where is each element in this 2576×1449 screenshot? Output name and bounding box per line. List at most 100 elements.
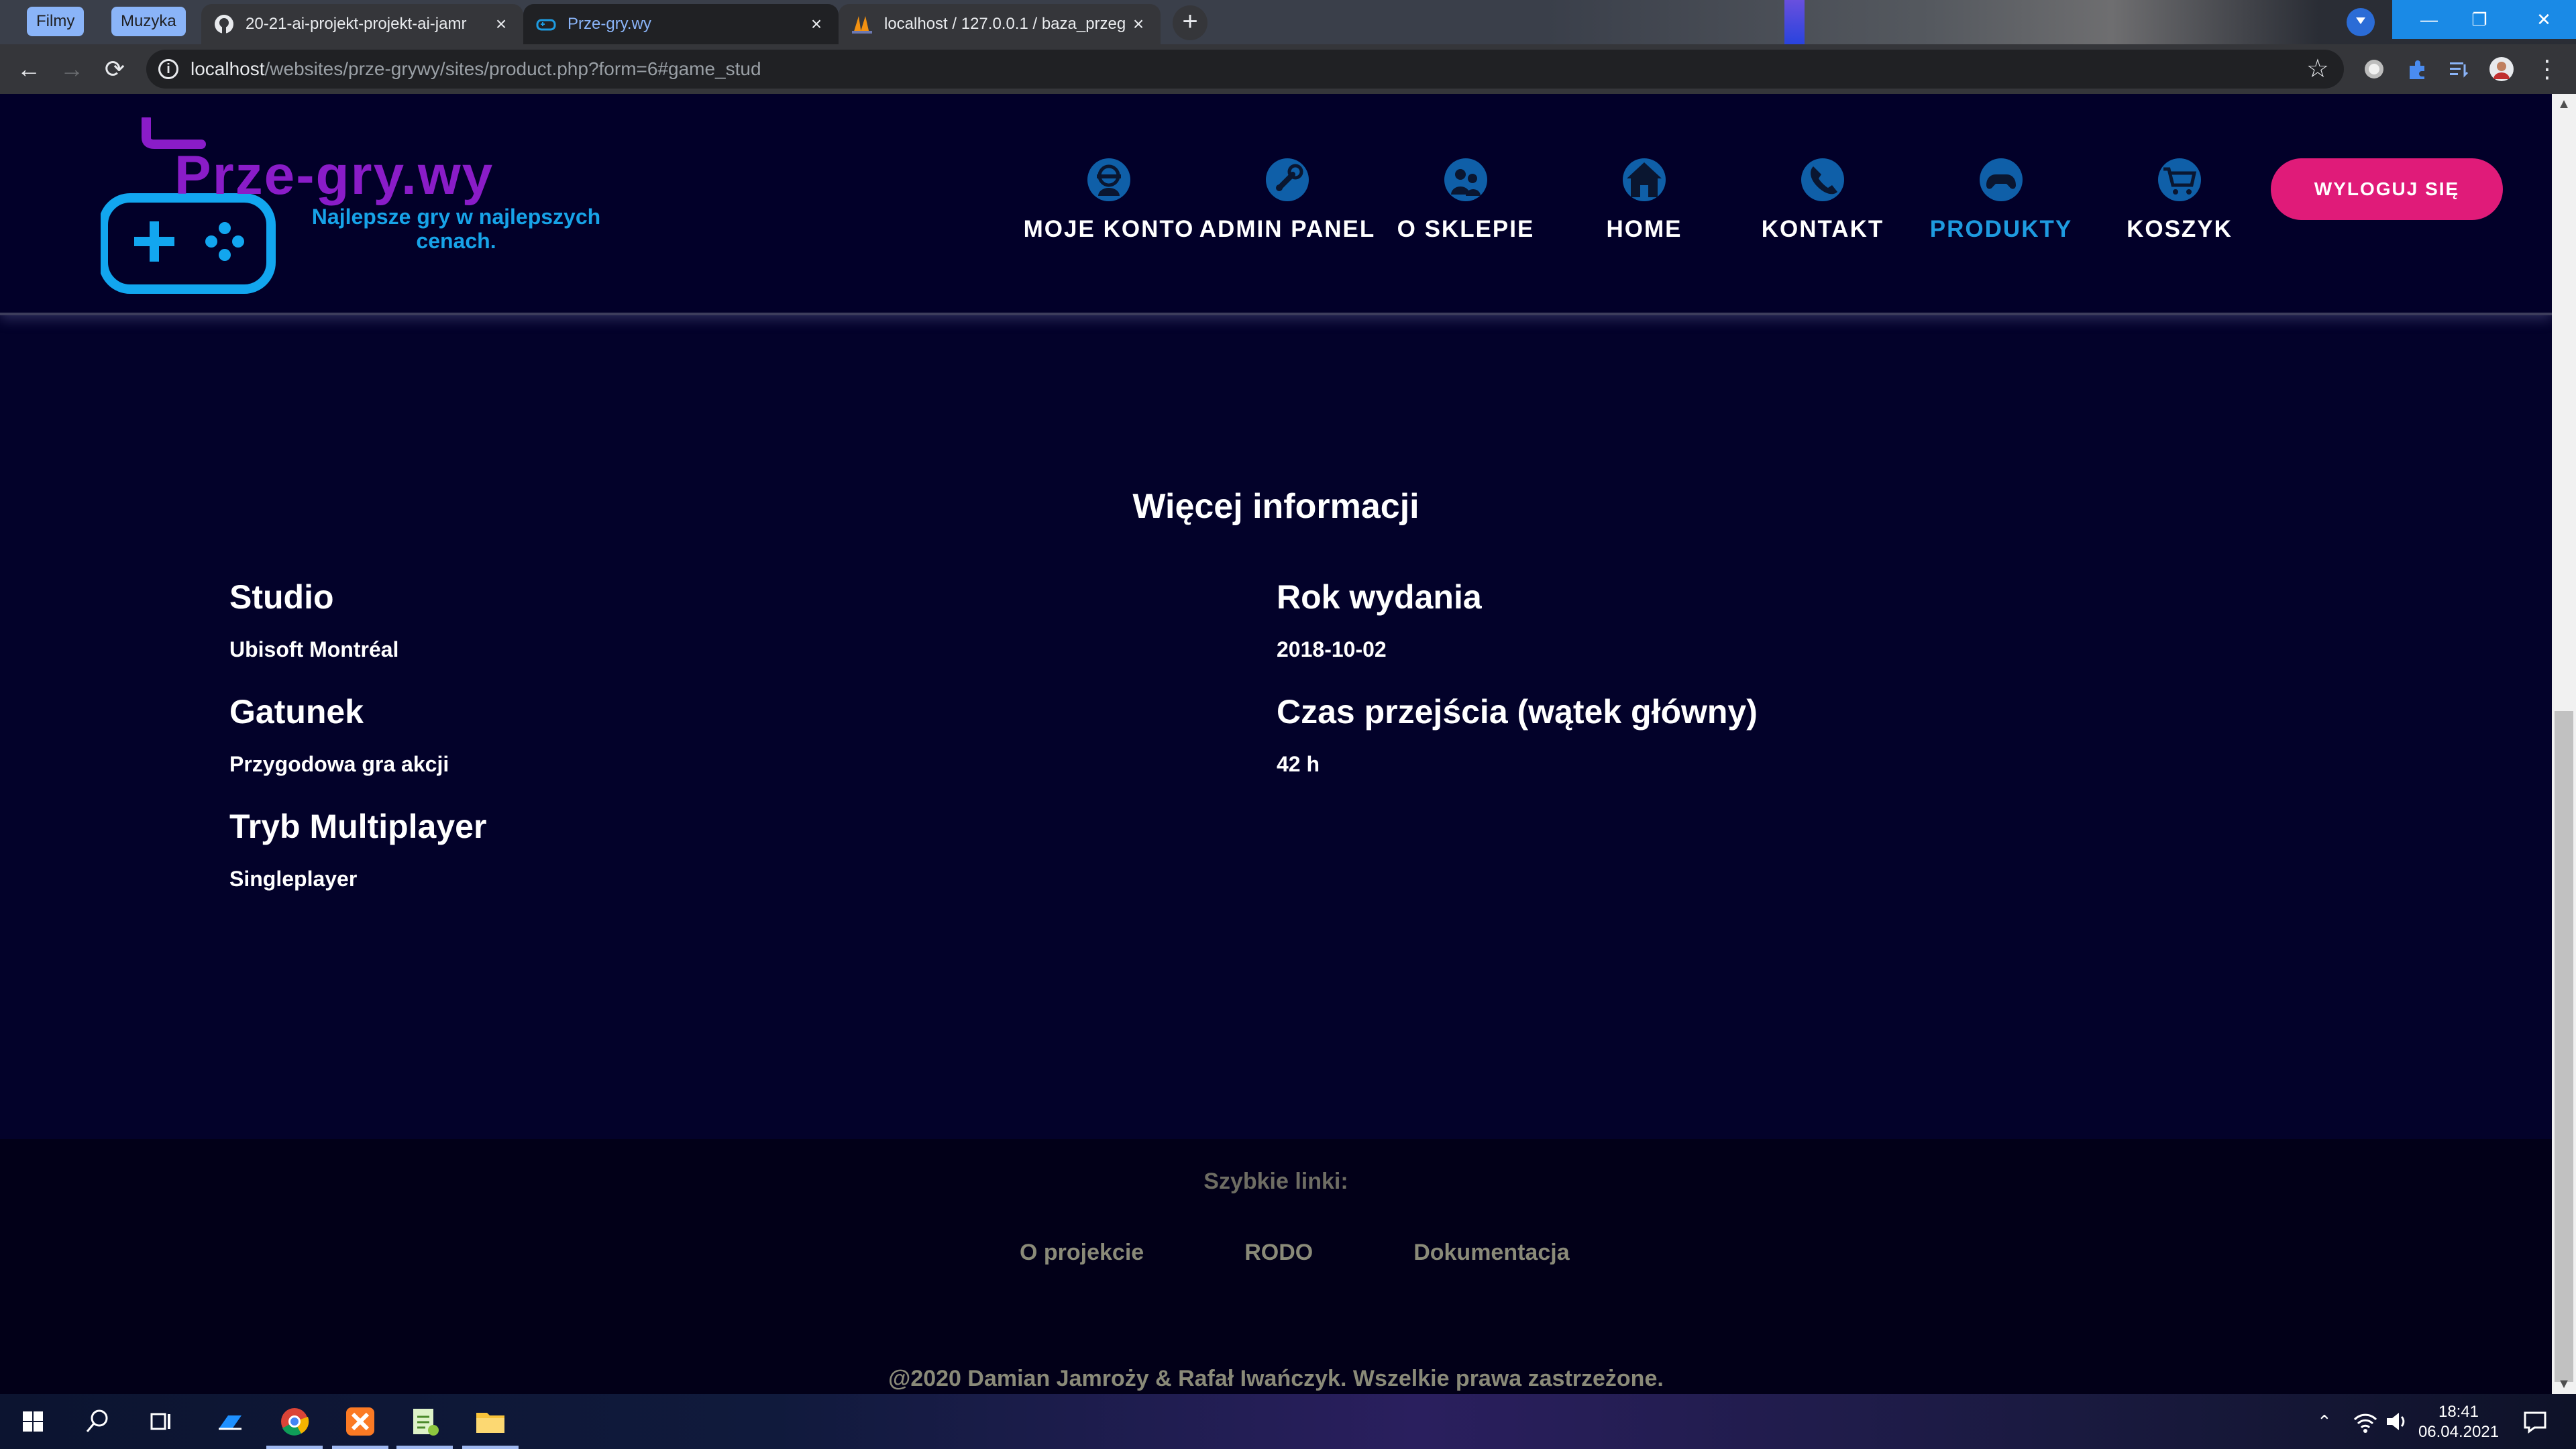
windows-taskbar: ⌃ 18:41 06.04.2021 [0,1394,2576,1449]
close-tab-icon[interactable]: × [806,13,826,35]
details-left-column: Studio Ubisoft Montréal Gatunek Przygodo… [229,577,486,921]
nav-label: KONTAKT [1761,216,1884,242]
page-scrollbar[interactable]: ▲ ▼ [2552,94,2576,1394]
footer-link-rodo[interactable]: RODO [1244,1240,1313,1266]
about-icon [1444,158,1487,201]
wifi-icon[interactable] [2351,1403,2380,1440]
genre-label: Gatunek [229,693,364,731]
clock-time: 18:41 [2438,1403,2479,1421]
extension-circle-icon[interactable] [2361,56,2387,82]
menu-kebab-icon[interactable]: ⋮ [2530,52,2564,86]
playtime-value: 42 h [1277,752,1320,776]
nav-label: ADMIN PANEL [1199,216,1376,242]
multiplayer-label: Tryb Multiplayer [229,808,487,845]
address-bar[interactable]: i localhost/websites/prze-grywy/sites/pr… [146,50,2344,89]
controller-icon [1980,158,2023,201]
logout-button[interactable]: WYLOGUJ SIĘ [2271,158,2503,220]
notepad-plus-icon[interactable] [407,1403,443,1440]
main-nav: MOJE KONTO ADMIN PANEL O SKLEPIE HOME KO… [1020,156,2269,256]
tab-title: localhost / 127.0.0.1 / baza_przeg [884,15,1126,33]
web-page: Prze-gry.wy Najlepsze gry w najlepszych … [0,94,2552,1394]
scrollbar-thumb[interactable] [2555,711,2573,1382]
background-glow [1784,0,1805,44]
forward-arrow-icon[interactable]: → [55,52,89,86]
taskbar-active-indicator [462,1446,519,1449]
bookmark-star-icon[interactable]: ☆ [2306,54,2329,84]
nav-admin-panel[interactable]: ADMIN PANEL [1198,156,1377,256]
nav-label: MOJE KONTO [1023,216,1195,242]
nav-kontakt[interactable]: KONTAKT [1733,156,1912,256]
clock-date: 06.04.2021 [2418,1423,2500,1441]
close-tab-icon[interactable]: × [491,13,511,35]
tab-group-muzyka[interactable]: Muzyka [111,7,186,36]
details-right-column: Rok wydania 2018-10-02 Czas przejścia (w… [1277,577,1758,806]
reading-list-icon[interactable] [2446,56,2471,82]
back-arrow-icon[interactable]: ← [12,52,46,86]
xampp-icon[interactable] [342,1403,378,1440]
release-year-value: 2018-10-02 [1277,637,1387,661]
scroll-up-icon[interactable]: ▲ [2552,94,2576,114]
tab-github[interactable]: 20-21-ai-projekt-projekt-ai-jamr × [201,4,523,44]
browser-tab-bar: Filmy Muzyka 20-21-ai-projekt-projekt-ai… [0,0,2576,44]
nav-label: KOSZYK [2127,216,2233,242]
footer-link-dokumentacja[interactable]: Dokumentacja [1413,1240,1569,1266]
genre-value: Przygodowa gra akcji [229,752,449,776]
profile-avatar-icon[interactable] [2489,56,2514,82]
footer-link-o-projekcie[interactable]: O projekcie [1020,1240,1144,1266]
logo-tagline: Najlepsze gry w najlepszych cenach. [311,205,601,253]
footer-title: Szybkie linki: [1203,1169,1348,1194]
cart-icon [2158,158,2201,201]
tab-title: Prze-gry.wy [568,15,651,33]
multiplayer-value: Singleplayer [229,867,358,891]
volume-icon[interactable] [2381,1403,2411,1440]
nav-koszyk[interactable]: KOSZYK [2090,156,2269,256]
phone-icon [1801,158,1844,201]
tab-group-filmy[interactable]: Filmy [27,7,85,36]
phpmyadmin-icon [852,16,872,34]
gamepad-icon [536,19,556,31]
nav-o-sklepie[interactable]: O SKLEPIE [1377,156,1555,256]
tab-search-button[interactable] [2347,8,2375,36]
footer-links: O projekcie RODO Dokumentacja [1020,1240,1670,1266]
release-year-label: Rok wydania [1277,578,1482,616]
tray-overflow-icon[interactable]: ⌃ [2317,1394,2332,1449]
browser-toolbar: ← → ⟳ i localhost/websites/prze-grywy/si… [0,44,2576,94]
system-clock[interactable]: 18:41 06.04.2021 [2408,1402,2509,1442]
nav-produkty[interactable]: PRODUKTY [1912,156,2090,256]
extensions-puzzle-icon[interactable] [2404,56,2430,82]
admin-icon [1266,158,1309,201]
url-text[interactable]: localhost/websites/prze-grywy/sites/prod… [191,50,761,89]
site-header: Prze-gry.wy Najlepsze gry w najlepszych … [0,94,2552,315]
home-icon [1623,158,1666,201]
restore-button[interactable]: ❐ [2447,0,2512,39]
studio-value: Ubisoft Montréal [229,637,399,661]
close-window-button[interactable]: ✕ [2512,0,2576,39]
search-icon[interactable] [79,1403,115,1440]
tab-przegrywy[interactable]: Prze-gry.wy × [523,4,839,44]
windows-start-icon[interactable] [15,1403,51,1440]
playtime-label: Czas przejścia (wątek główny) [1277,693,1758,731]
info-icon[interactable]: i [158,59,178,79]
file-explorer-icon[interactable] [472,1403,508,1440]
chrome-icon[interactable] [276,1403,313,1440]
studio-label: Studio [229,578,334,616]
tab-title: 20-21-ai-projekt-projekt-ai-jamr [246,15,467,33]
nav-label: PRODUKTY [1929,216,2073,242]
site-logo[interactable]: Prze-gry.wy Najlepsze gry w najlepszych … [101,117,610,295]
github-icon [215,15,233,34]
logo-text: Prze-gry.wy [174,145,494,206]
close-tab-icon[interactable]: × [1128,13,1148,35]
task-view-icon[interactable] [142,1403,178,1440]
taskbar-active-indicator [266,1446,323,1449]
azure-studio-icon[interactable] [212,1403,248,1440]
footer-copyright: @2020 Damian Jamroży & Rafał Iwańczyk. W… [888,1366,1664,1391]
reload-icon[interactable]: ⟳ [98,52,131,86]
account-icon [1087,158,1130,201]
notification-icon[interactable] [2517,1403,2553,1440]
tab-phpmyadmin[interactable]: localhost / 127.0.0.1 / baza_przeg × [839,4,1161,44]
nav-home[interactable]: HOME [1555,156,1733,256]
nav-label: HOME [1606,216,1682,242]
new-tab-button[interactable]: + [1173,5,1208,40]
scroll-down-icon[interactable]: ▼ [2552,1374,2576,1394]
nav-moje-konto[interactable]: MOJE KONTO [1020,156,1198,256]
